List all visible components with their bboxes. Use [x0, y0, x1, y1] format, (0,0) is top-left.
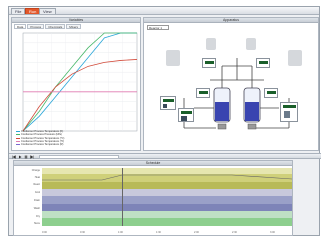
timeline-trend	[42, 174, 292, 181]
equipment-panel[interactable]	[264, 88, 278, 98]
subtab-mixers[interactable]: Mixers	[66, 24, 82, 29]
equipment-panel[interactable]	[256, 58, 270, 68]
equipment-panel[interactable]	[178, 108, 194, 122]
equipment-panel[interactable]	[202, 58, 216, 68]
axis-tick: 3:00	[270, 231, 275, 234]
equipment-panel[interactable]	[160, 96, 176, 110]
axis-tick: 2:00	[194, 231, 199, 234]
subtab-data[interactable]: Data	[14, 24, 27, 29]
timeline-scrubber[interactable]	[39, 155, 119, 159]
variables-panel-title: Variables	[12, 18, 140, 23]
axis-tick: 1:30	[156, 231, 161, 234]
app-window: File Run View Variables Data Process Che…	[8, 6, 321, 236]
lane-label: React	[33, 183, 40, 186]
equipment-panel[interactable]	[280, 102, 298, 122]
title-bar: File Run View	[9, 7, 319, 15]
axis-tick: 0:00	[42, 231, 47, 234]
lane-label: Dry	[36, 215, 40, 218]
legend-item: Condenser Process Temperature (R)	[16, 143, 136, 146]
axis-tick: 2:30	[232, 231, 237, 234]
chart-legend: Condenser Process Temperature (K) Conden…	[16, 130, 136, 146]
schedule-timeline: Schedule Charge Heat React Cool Drain Wa…	[13, 160, 293, 236]
apparatus-diagram	[183, 58, 290, 130]
tab-view[interactable]: View	[39, 8, 56, 14]
tab-file[interactable]: File	[11, 8, 26, 14]
equipment-panel[interactable]	[196, 88, 210, 98]
timeline-lane[interactable]	[42, 189, 292, 196]
apparatus-panel: Apparatus Reactor 1	[143, 17, 319, 151]
apparatus-panel-title: Apparatus	[144, 18, 318, 23]
play-icon[interactable]	[18, 155, 22, 159]
timeline-lane[interactable]	[42, 211, 292, 218]
lane-label: Heat	[34, 176, 40, 179]
axis-tick: 1:00	[118, 231, 123, 234]
timeline-lane[interactable]	[42, 196, 292, 204]
subtab-chemicals[interactable]: Chemicals	[45, 24, 66, 29]
timeline-title: Schedule	[14, 161, 292, 166]
timeline-lane[interactable]	[42, 218, 292, 226]
skip-back-icon[interactable]	[12, 155, 16, 159]
line-chart	[22, 32, 138, 132]
variables-panel: Variables Data Process Chemicals Mixers …	[11, 17, 141, 151]
lane-label: Cool	[34, 191, 40, 194]
lane-label: Drain	[34, 199, 40, 202]
timeline-lane[interactable]	[42, 204, 292, 211]
lane-label: Charge	[31, 169, 40, 172]
subtab-process[interactable]: Process	[27, 24, 45, 29]
axis-tick: 0:30	[80, 231, 85, 234]
lane-label: Wash	[33, 207, 40, 210]
variables-subtabs: Data Process Chemicals Mixers	[14, 24, 82, 29]
skip-forward-icon[interactable]	[30, 155, 34, 159]
lane-label: Store	[34, 222, 40, 225]
pause-icon[interactable]	[24, 155, 28, 159]
timeline-toolbar	[9, 153, 321, 159]
